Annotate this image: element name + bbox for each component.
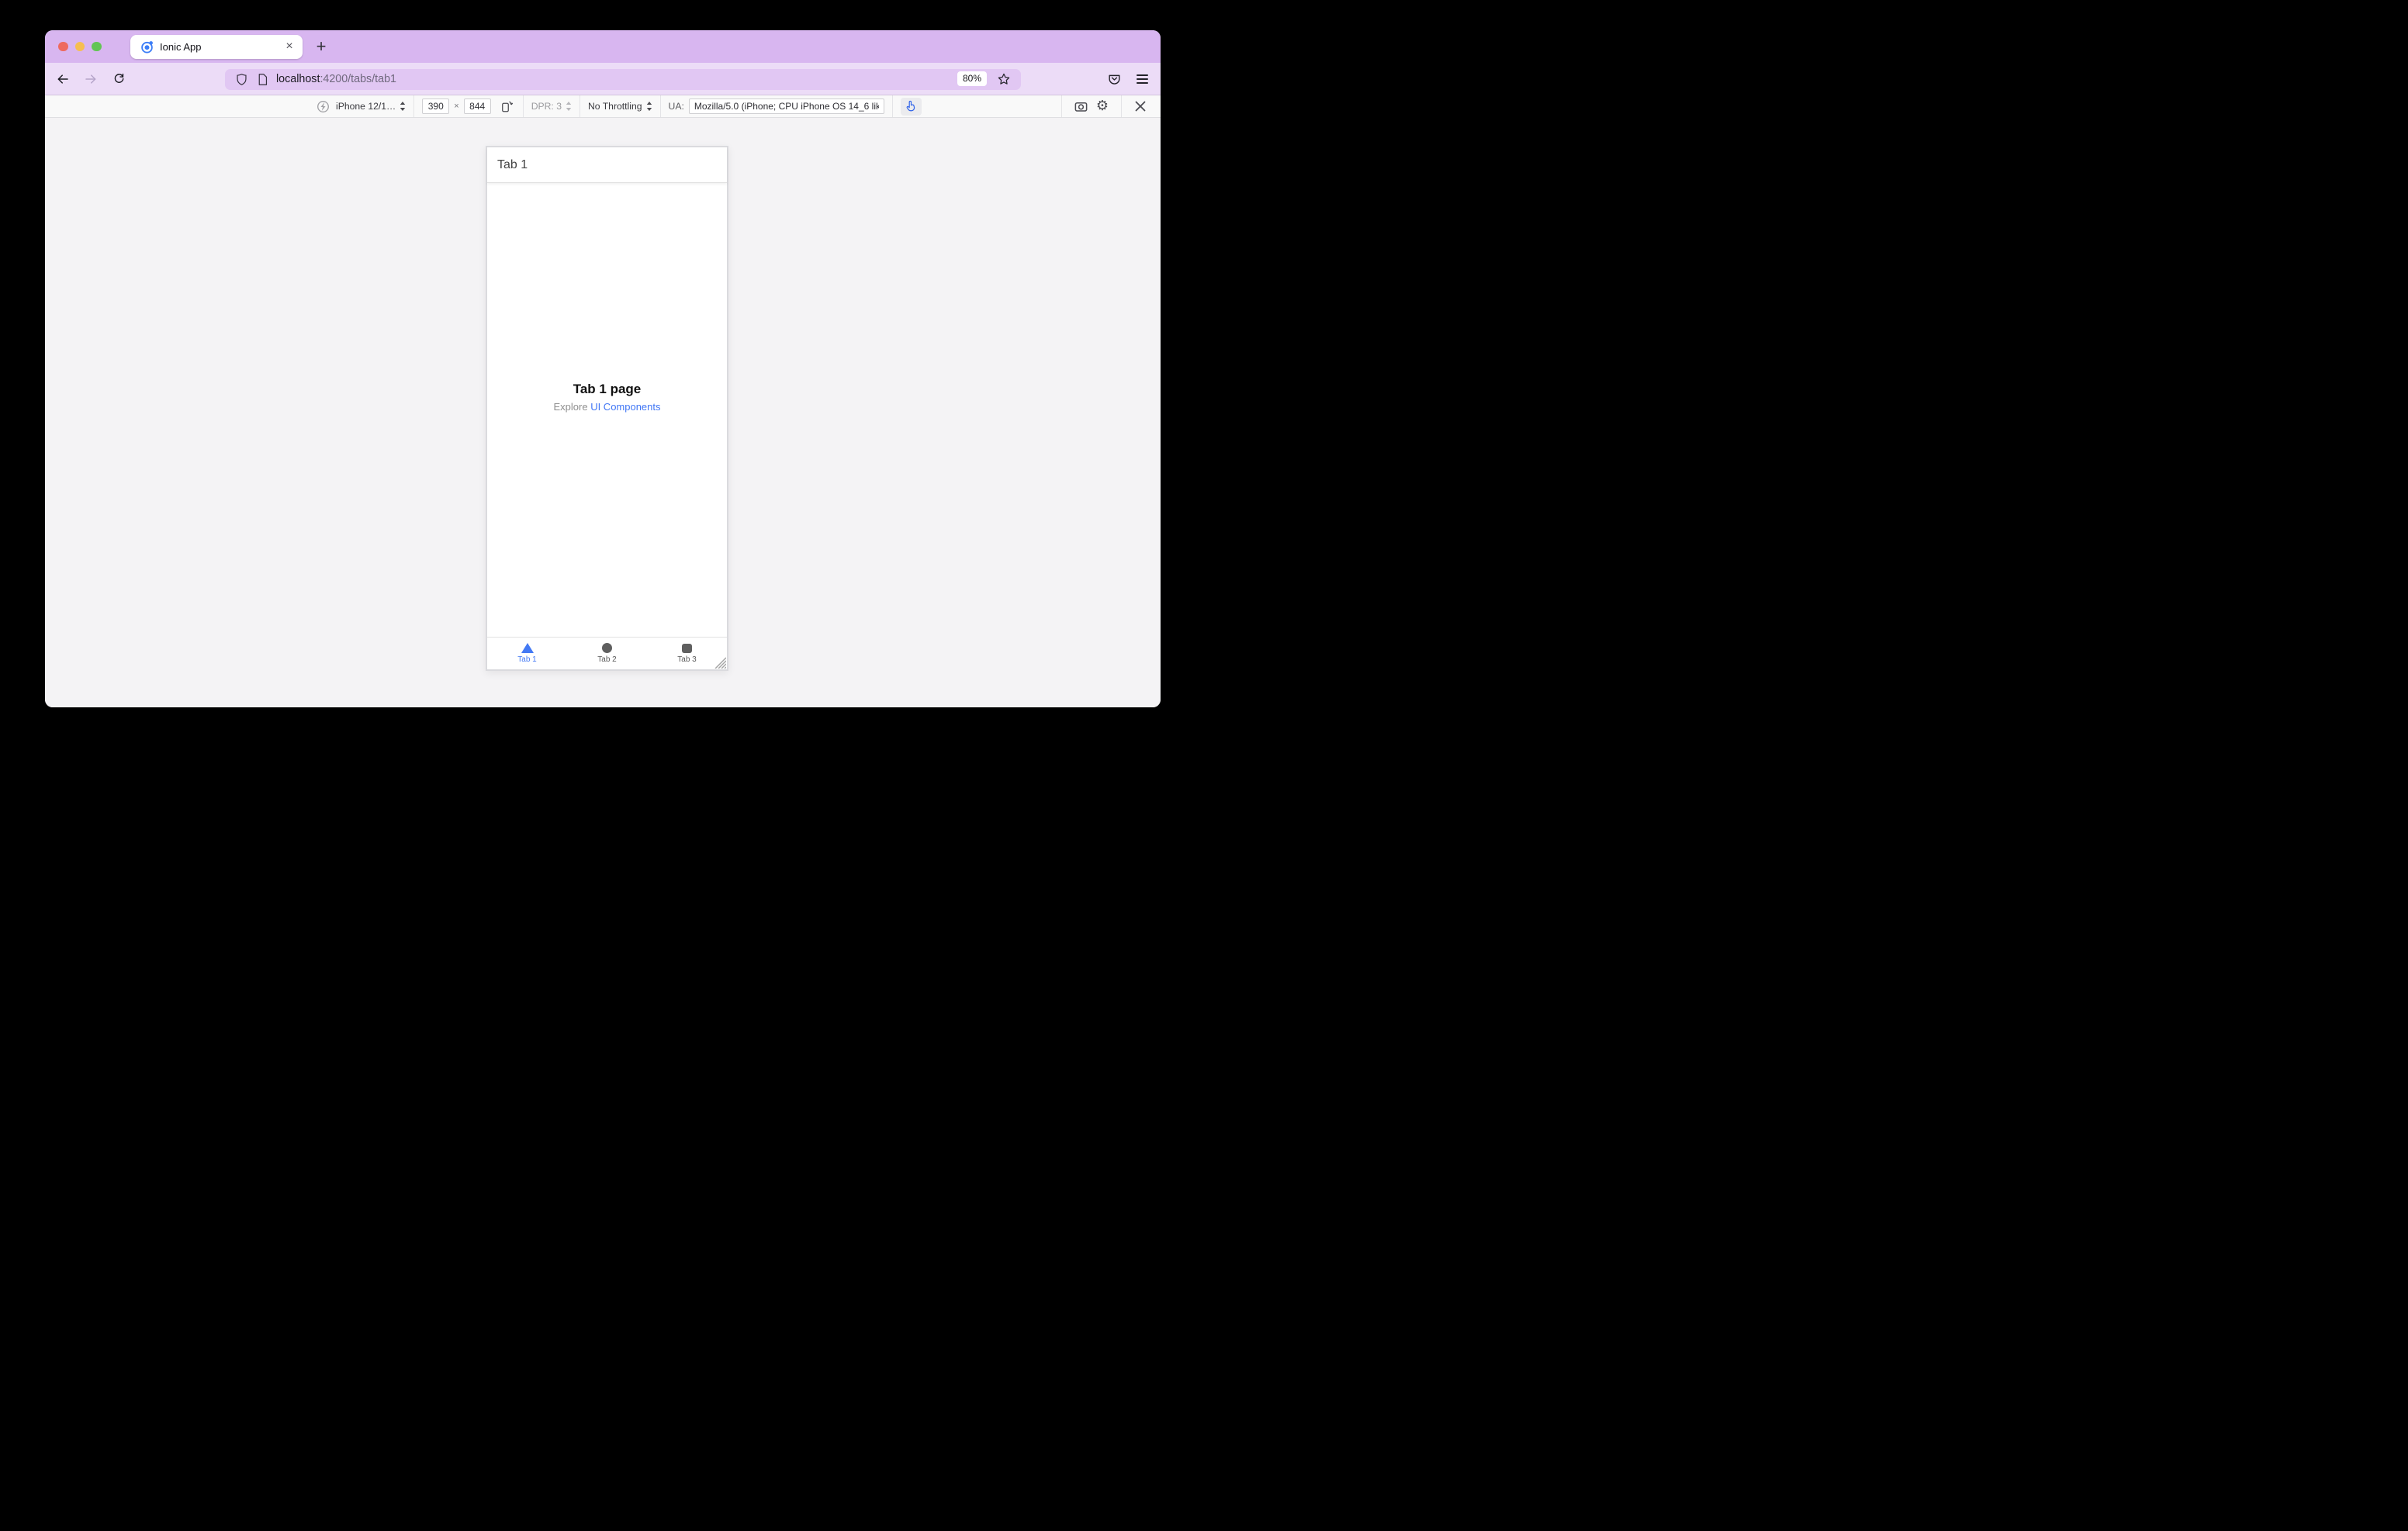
ui-components-link[interactable]: UI Components: [590, 401, 660, 413]
throttling-selector[interactable]: No Throttling: [588, 101, 652, 112]
url-text: localhost:4200/tabs/tab1: [276, 73, 396, 85]
responsive-mode-icon: [317, 100, 329, 112]
content-subtitle: Explore UI Components: [487, 401, 727, 413]
ionic-tab-bar: Tab 1 Tab 2 Tab 3: [487, 637, 727, 669]
dpr-selector[interactable]: DPR: 3: [531, 101, 572, 112]
maximize-window-button[interactable]: [92, 41, 102, 52]
triangle-icon: [521, 643, 534, 654]
rdm-toolbar: iPhone 12/1… × DPR: 3 No Throttling UA:: [45, 95, 1161, 118]
user-agent-input[interactable]: [688, 98, 884, 114]
bookmark-star-button[interactable]: [995, 71, 1013, 88]
close-icon: [1135, 101, 1146, 112]
content-title: Tab 1 page: [573, 382, 642, 396]
gear-icon: ⚙: [1095, 98, 1109, 114]
page-title: Tab 1: [497, 157, 528, 171]
chevron-updown-icon: [646, 102, 652, 111]
touch-simulation-toggle[interactable]: [900, 97, 922, 116]
toolbar-separator: [1121, 95, 1122, 117]
device-viewport: Tab 1 Tab 1 page Explore UI Components T…: [486, 146, 728, 671]
tab-title: Ionic App: [160, 40, 202, 53]
ionic-favicon-icon: [141, 40, 153, 54]
device-selector[interactable]: iPhone 12/1…: [336, 101, 406, 112]
titlebar: Ionic App × +: [45, 30, 1161, 63]
browser-tab-ionic-app[interactable]: Ionic App ×: [130, 34, 303, 59]
rdm-settings-button[interactable]: ⚙: [1092, 97, 1113, 116]
subtitle-text: Explore: [553, 401, 588, 413]
back-button[interactable]: [52, 68, 74, 90]
tab-label: Tab 3: [677, 655, 697, 664]
touch-pointer-icon: [906, 100, 915, 112]
shield-icon[interactable]: [235, 73, 248, 86]
forward-button[interactable]: [80, 68, 102, 90]
close-rdm-button[interactable]: [1130, 97, 1151, 116]
reload-icon: [114, 73, 123, 83]
toolbar-separator: [1061, 95, 1062, 117]
toolbar-separator: [659, 95, 661, 117]
browser-window: Ionic App × + localhost:4200/tabs/tab1 8…: [45, 30, 1161, 707]
toolbar-separator: [522, 95, 524, 117]
url-host: localhost: [276, 73, 320, 85]
camera-icon: [1074, 102, 1087, 112]
reload-button[interactable]: [108, 68, 130, 90]
tab-close-icon[interactable]: ×: [281, 38, 298, 55]
minimize-window-button[interactable]: [74, 41, 85, 52]
new-tab-button[interactable]: +: [310, 36, 332, 57]
toolbar-separator: [413, 95, 415, 117]
pocket-icon: [1108, 74, 1120, 85]
rotate-phone-icon: [501, 101, 513, 112]
rdm-right-controls: ⚙: [1054, 95, 1151, 117]
url-bar[interactable]: localhost:4200/tabs/tab1 80%: [225, 68, 1021, 90]
viewport-height-input[interactable]: [463, 98, 491, 114]
back-arrow-icon: [57, 74, 68, 84]
throttling-selector-value: No Throttling: [587, 101, 642, 112]
toolbar-separator: [891, 95, 893, 117]
tab-button-tab2[interactable]: Tab 2: [567, 638, 647, 669]
rotate-viewport-button[interactable]: [498, 98, 515, 115]
screenshot-button[interactable]: [1070, 97, 1092, 116]
pocket-button[interactable]: [1103, 68, 1125, 90]
navigation-bar: localhost:4200/tabs/tab1 80%: [45, 63, 1161, 95]
dimension-separator: ×: [454, 102, 459, 111]
page-info-icon[interactable]: [257, 73, 268, 86]
tab-button-tab1[interactable]: Tab 1: [487, 638, 567, 669]
tab-label: Tab 2: [597, 655, 617, 664]
tab-label: Tab 1: [517, 655, 537, 664]
ua-label: UA:: [668, 101, 684, 112]
circle-icon: [602, 643, 612, 654]
forward-arrow-icon: [85, 74, 96, 84]
hamburger-icon: [1136, 74, 1148, 85]
star-icon: [998, 73, 1010, 85]
chevron-updown-icon: [400, 102, 406, 111]
ionic-header: Tab 1: [487, 147, 727, 183]
square-icon: [682, 643, 692, 653]
zoom-level-badge[interactable]: 80%: [957, 71, 987, 86]
viewport-width-input[interactable]: [422, 98, 450, 114]
url-path: :4200/tabs/tab1: [320, 73, 397, 85]
app-menu-button[interactable]: [1131, 68, 1153, 90]
content-area: Tab 1 Tab 1 page Explore UI Components T…: [45, 118, 1161, 707]
chevron-updown-icon: [566, 102, 572, 111]
device-selector-value: iPhone 12/1…: [336, 101, 396, 112]
traffic-lights: [58, 41, 102, 52]
viewport-resize-handle[interactable]: [714, 656, 726, 669]
close-window-button[interactable]: [58, 41, 68, 52]
page-content: Tab 1 page Explore UI Components: [487, 382, 727, 413]
dpr-selector-value: DPR: 3: [531, 101, 562, 112]
